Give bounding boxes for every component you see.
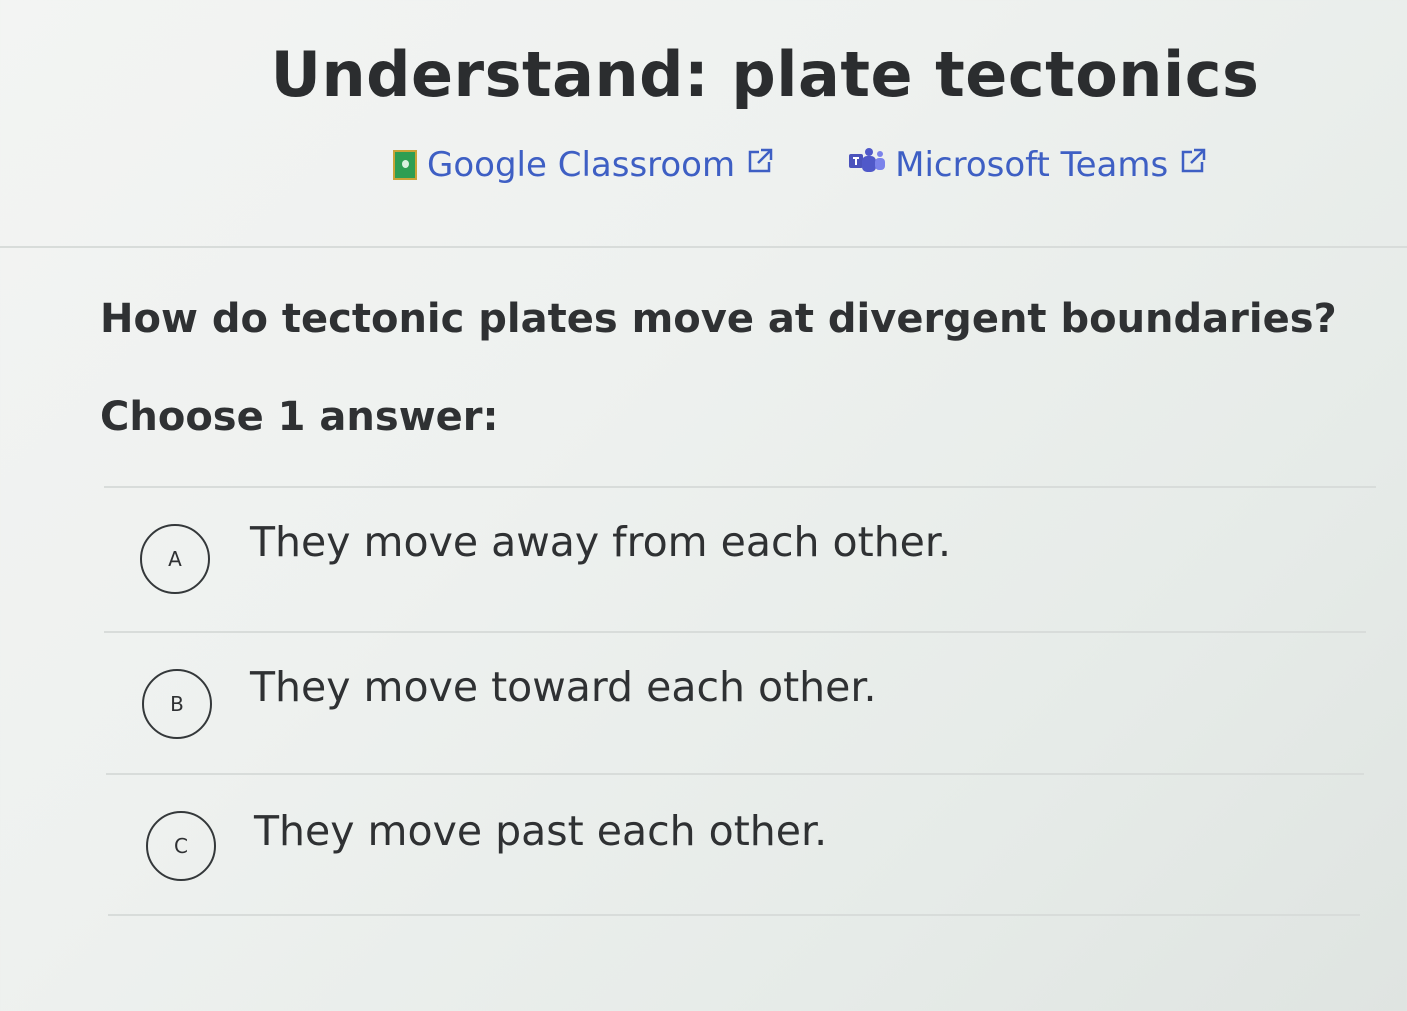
answer-choice-a[interactable]: A They move away from each other. [104, 488, 1369, 630]
answer-instruction: Choose 1 answer: [100, 394, 499, 440]
microsoft-teams-label: Microsoft Teams [895, 145, 1169, 185]
choices-bottom-divider [108, 914, 1360, 916]
header-divider [0, 246, 1407, 248]
share-bar: Google Classroom Microsoft Teams [393, 142, 1208, 188]
choice-letter-a: A [140, 524, 210, 594]
google-classroom-label: Google Classroom [427, 145, 736, 185]
google-classroom-icon [393, 150, 417, 180]
external-link-icon [1178, 145, 1208, 185]
choice-text-b: They move toward each other. [250, 663, 877, 711]
page-title: Understand: plate tectonics [270, 38, 1260, 111]
google-classroom-link[interactable]: Google Classroom [393, 145, 775, 185]
microsoft-teams-icon [847, 145, 887, 185]
answer-choice-c[interactable]: C They move past each other. [104, 775, 1369, 917]
external-link-icon [745, 145, 775, 185]
question-prompt: How do tectonic plates move at divergent… [100, 296, 1337, 342]
choice-text-a: They move away from each other. [250, 518, 952, 566]
microsoft-teams-link[interactable]: Microsoft Teams [847, 145, 1208, 185]
choice-letter-b: B [142, 669, 212, 739]
choice-letter-c: C [146, 811, 216, 881]
choice-text-c: They move past each other. [254, 807, 828, 855]
answer-choice-b[interactable]: B They move toward each other. [104, 633, 1369, 775]
